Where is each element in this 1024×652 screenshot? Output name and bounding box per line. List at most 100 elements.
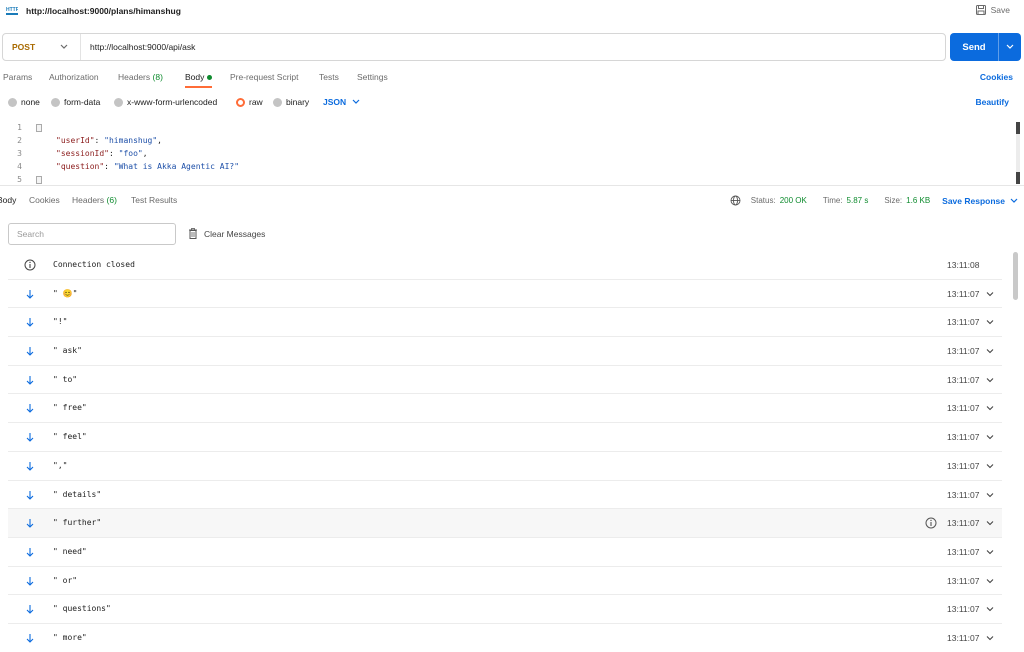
json-value: "foo" <box>118 149 143 158</box>
message-timestamp: 13:11:07 <box>947 403 980 414</box>
message-list-scrollbar[interactable] <box>1013 252 1018 300</box>
chevron-down-icon[interactable] <box>986 347 994 355</box>
message-row[interactable]: " ask" 13:11:07 <box>8 337 1002 366</box>
save-label: Save <box>990 5 1010 15</box>
message-row[interactable]: " to" 13:11:07 <box>8 366 1002 395</box>
chevron-down-icon[interactable] <box>986 605 994 613</box>
tab-headers[interactable]: Headers (8) <box>118 72 163 82</box>
method-select[interactable]: POST <box>3 34 81 60</box>
message-text: " need" <box>53 546 87 556</box>
radio-raw[interactable]: raw <box>236 97 263 107</box>
chevron-down-icon[interactable] <box>986 519 994 527</box>
message-timestamp: 13:11:07 <box>947 460 980 471</box>
tab-headers-label: Headers <box>118 72 151 82</box>
chevron-down-icon[interactable] <box>986 634 994 642</box>
message-text: " more" <box>53 632 87 642</box>
chevron-down-icon[interactable] <box>986 577 994 585</box>
tab-response-cookies[interactable]: Cookies <box>29 195 60 205</box>
json-key: "userId" <box>56 136 95 145</box>
radio-binary[interactable]: binary <box>273 97 309 107</box>
radio-urlencoded-label: x-www-form-urlencoded <box>127 97 218 107</box>
headers-count: (8) <box>152 72 163 82</box>
top-bar: HTTP http://localhost:9000/plans/himansh… <box>0 0 1024 24</box>
chevron-down-icon[interactable] <box>986 318 994 326</box>
clear-messages-button[interactable]: Clear Messages <box>188 228 265 239</box>
message-row[interactable]: " feel" 13:11:07 <box>8 423 1002 452</box>
message-search-input[interactable]: Search <box>8 223 176 245</box>
code-editor[interactable]: 1 2 "userId": "himanshug", 3 "sessionId"… <box>0 120 1024 186</box>
radio-dot <box>114 97 123 107</box>
message-text: " to" <box>53 374 78 384</box>
message-row[interactable]: " more" 13:11:07 <box>8 624 1002 652</box>
arrow-down-icon <box>26 289 34 299</box>
tab-authorization[interactable]: Authorization <box>49 72 99 82</box>
tab-response-headers-label: Headers <box>72 195 105 205</box>
message-row[interactable]: "!" 13:11:07 <box>8 308 1002 338</box>
tab-tests[interactable]: Tests <box>319 72 339 82</box>
message-row[interactable]: "," 13:11:07 <box>8 452 1002 481</box>
tab-response-body[interactable]: Body <box>0 195 16 205</box>
arrow-down-icon <box>26 461 34 471</box>
message-row[interactable]: " details" 13:11:07 <box>8 481 1002 510</box>
fold-icon[interactable] <box>36 176 42 184</box>
editor-line: 4 "question": "What is Akka Agentic AI?" <box>0 162 1010 174</box>
json-key: "sessionId" <box>56 149 109 158</box>
message-timestamp: 13:11:07 <box>947 288 980 299</box>
chevron-down-icon[interactable] <box>986 376 994 384</box>
cookies-link[interactable]: Cookies <box>980 72 1013 82</box>
body-indicator-dot <box>207 75 213 81</box>
beautify-button[interactable]: Beautify <box>975 97 1009 107</box>
format-select[interactable]: JSON <box>323 97 360 107</box>
response-headers-count: (6) <box>106 195 117 205</box>
tab-body[interactable]: Body <box>185 72 213 88</box>
tab-params[interactable]: Params <box>3 72 32 82</box>
radio-form-data[interactable]: form-data <box>51 97 100 107</box>
globe-icon[interactable] <box>730 195 741 206</box>
message-row[interactable]: " need" 13:11:07 <box>8 538 1002 567</box>
radio-dot <box>8 97 17 107</box>
time-value: 5.87 s <box>846 196 869 205</box>
chevron-down-icon[interactable] <box>986 491 994 499</box>
message-row[interactable]: " further" 13:11:07 <box>8 509 1002 538</box>
save-response-button[interactable]: Save Response <box>942 196 1018 206</box>
save-icon <box>975 5 986 15</box>
message-row[interactable]: " free" 13:11:07 <box>8 394 1002 424</box>
tab-test-results[interactable]: Test Results <box>131 195 177 205</box>
line-number: 2 <box>17 136 22 145</box>
fold-icon[interactable] <box>36 124 42 132</box>
radio-none[interactable]: none <box>8 97 40 107</box>
chevron-down-icon[interactable] <box>986 290 994 298</box>
chevron-down-icon <box>352 99 360 104</box>
tab-pre-request-script[interactable]: Pre-request Script <box>230 72 299 82</box>
url-input[interactable]: http://localhost:9000/api/ask <box>81 42 195 52</box>
message-row[interactable]: " or" 13:11:07 <box>8 567 1002 596</box>
chevron-down-icon[interactable] <box>986 433 994 441</box>
chevron-down-icon <box>1006 44 1014 49</box>
chevron-down-icon[interactable] <box>986 404 994 412</box>
info-icon[interactable] <box>925 517 937 529</box>
trash-icon <box>189 228 197 239</box>
message-text: " feel" <box>53 432 87 442</box>
message-row[interactable]: " 😊" 13:11:07 <box>8 280 1002 309</box>
message-row[interactable]: Connection closed 13:11:08 <box>8 251 1002 280</box>
send-options-button[interactable] <box>999 44 1021 50</box>
message-timestamp: 13:11:07 <box>947 546 980 557</box>
arrow-down-icon <box>26 576 34 586</box>
message-row[interactable]: " questions" 13:11:07 <box>8 595 1002 624</box>
arrow-down-icon <box>26 375 34 385</box>
arrow-down-icon <box>26 519 34 528</box>
request-title: http://localhost:9000/plans/himanshug <box>26 6 181 16</box>
radio-dot-selected <box>236 97 245 107</box>
tab-settings[interactable]: Settings <box>357 72 388 82</box>
message-timestamp: 13:11:07 <box>947 604 980 615</box>
json-key: "question" <box>56 162 105 171</box>
request-tabs: Params Authorization Headers (8) Body Pr… <box>0 70 1024 88</box>
message-timestamp: 13:11:07 <box>947 432 980 443</box>
save-button[interactable]: Save <box>975 5 1010 15</box>
tab-response-headers[interactable]: Headers (6) <box>72 195 117 205</box>
radio-urlencoded[interactable]: x-www-form-urlencoded <box>114 97 217 107</box>
chevron-down-icon[interactable] <box>986 462 994 470</box>
editor-scrollbar[interactable] <box>1016 122 1020 184</box>
chevron-down-icon[interactable] <box>986 548 994 556</box>
send-button[interactable]: Send <box>950 33 1021 61</box>
